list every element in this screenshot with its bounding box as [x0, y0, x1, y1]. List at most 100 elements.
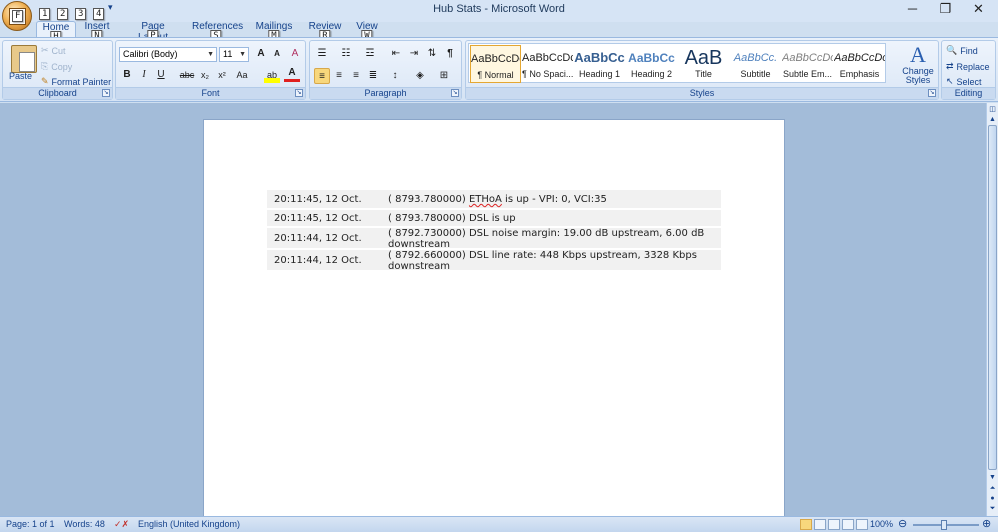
tab-mailings[interactable]: Mailings M: [254, 21, 294, 42]
font-size-dropdown[interactable]: 11 ▼: [219, 47, 249, 62]
table-row[interactable]: 20:11:44, 12 Oct. ( 8792.730000) DSL noi…: [267, 228, 721, 250]
style-normal[interactable]: AaBbCcDc ¶ Normal: [470, 45, 521, 83]
zoom-level[interactable]: 100%: [870, 519, 893, 529]
replace-button[interactable]: ⇄ Replace: [946, 61, 990, 72]
minimize-button[interactable]: ─: [896, 0, 929, 20]
change-case-button[interactable]: Aa: [232, 67, 252, 83]
proofing-icon[interactable]: ✓✗: [114, 519, 129, 530]
superscript-button[interactable]: x²: [214, 67, 230, 83]
restore-button[interactable]: ❐: [929, 0, 962, 20]
browse-object-icon[interactable]: ●: [988, 494, 997, 503]
scroll-thumb[interactable]: [988, 125, 997, 470]
paragraph-group-label: Paragraph: [310, 87, 461, 99]
log-message: ( 8792.660000) DSL line rate: 448 Kbps u…: [388, 250, 697, 272]
style-heading-1[interactable]: AaBbCc Heading 1: [574, 45, 625, 83]
font-color-button[interactable]: A: [284, 67, 300, 82]
align-left-icon[interactable]: ≡: [314, 68, 330, 84]
tab-insert[interactable]: Insert N: [80, 21, 114, 42]
document-page[interactable]: 20:11:45, 12 Oct. ( 8793.780000) ETHoA i…: [203, 119, 785, 519]
shading-icon[interactable]: ◈: [412, 68, 428, 84]
multilevel-list-icon[interactable]: ☲: [362, 46, 378, 62]
ruler-toggle-icon[interactable]: ◫: [988, 105, 997, 114]
clear-formatting-button[interactable]: A: [287, 46, 303, 62]
close-button[interactable]: ✕: [962, 0, 995, 20]
outline-view-icon[interactable]: [842, 519, 854, 530]
customize-qat-icon[interactable]: ▾: [108, 2, 118, 18]
style-title[interactable]: AaB Title: [678, 45, 729, 83]
zoom-slider-thumb[interactable]: [941, 520, 947, 530]
bold-button[interactable]: B: [119, 67, 135, 83]
save-icon[interactable]: 1: [36, 2, 52, 20]
table-row[interactable]: 20:11:45, 12 Oct. ( 8793.780000) DSL is …: [267, 210, 721, 228]
copy-button[interactable]: ⎘ Copy: [41, 61, 72, 72]
office-button[interactable]: W F: [2, 1, 32, 31]
increase-indent-icon[interactable]: ⇥: [406, 46, 422, 62]
format-painter-button[interactable]: ✎ Format Painter: [41, 76, 111, 87]
log-time: 20:11:45, 12 Oct.: [274, 213, 362, 224]
redo-icon[interactable]: 3: [72, 2, 88, 20]
binoculars-icon: 🔍: [946, 45, 958, 55]
select-button[interactable]: ↖ Select: [946, 76, 982, 87]
subscript-button[interactable]: x₂: [197, 67, 213, 83]
tab-home[interactable]: HomeH: [36, 21, 76, 43]
tab-view[interactable]: View W: [354, 21, 380, 42]
replace-icon: ⇄: [946, 61, 954, 71]
show-marks-button[interactable]: ¶: [442, 46, 458, 62]
tab-references[interactable]: References S: [192, 21, 243, 42]
cut-button[interactable]: ✂ Cut: [41, 45, 66, 56]
style-subtitle[interactable]: AaBbCc. Subtitle: [730, 45, 781, 83]
tab-review[interactable]: Review R: [308, 21, 342, 42]
underline-button[interactable]: U: [153, 67, 169, 83]
justify-icon[interactable]: ≣: [365, 68, 381, 84]
page-count[interactable]: Page: 1 of 1: [6, 519, 55, 529]
line-spacing-icon[interactable]: ↕: [387, 68, 403, 84]
log-message: ( 8793.780000) DSL is up: [388, 213, 516, 224]
bullets-icon[interactable]: ☰: [314, 46, 330, 62]
language-indicator[interactable]: English (United Kingdom): [138, 519, 240, 529]
decrease-indent-icon[interactable]: ⇤: [388, 46, 404, 62]
font-launcher-icon[interactable]: ↘: [295, 89, 303, 97]
font-group-label: Font: [116, 87, 305, 99]
align-center-icon[interactable]: ≡: [331, 68, 347, 84]
table-row[interactable]: 20:11:44, 12 Oct. ( 8792.660000) DSL lin…: [267, 250, 721, 272]
print-layout-view-icon[interactable]: [800, 519, 812, 530]
cursor-icon: ↖: [946, 76, 954, 86]
web-layout-icon[interactable]: [828, 519, 840, 530]
undo-icon[interactable]: 2: [54, 2, 70, 20]
draft-view-icon[interactable]: [856, 519, 868, 530]
style-no-spacing[interactable]: AaBbCcDc ¶ No Spaci...: [522, 45, 573, 83]
zoom-out-icon[interactable]: ⊖: [898, 517, 907, 530]
clipboard-launcher-icon[interactable]: ↘: [102, 89, 110, 97]
word-count[interactable]: Words: 48: [64, 519, 105, 529]
previous-page-icon[interactable]: ⏶: [988, 484, 997, 493]
italic-button[interactable]: I: [136, 67, 152, 83]
tab-page-layout[interactable]: Page LayoutP: [126, 21, 180, 43]
shrink-font-button[interactable]: A: [269, 46, 285, 62]
print-icon[interactable]: 4: [90, 2, 106, 20]
styles-gallery: AaBbCcDc ¶ Normal AaBbCcDc ¶ No Spaci... A…: [468, 43, 886, 83]
font-name-dropdown[interactable]: Calibri (Body) ▼: [119, 47, 217, 62]
sort-icon[interactable]: ⇅: [424, 46, 440, 62]
highlight-button[interactable]: ab: [264, 67, 280, 83]
scroll-down-icon[interactable]: ▼: [988, 473, 997, 482]
style-subtle-emphasis[interactable]: AaBbCcDc Subtle Em...: [782, 45, 833, 83]
find-button[interactable]: 🔍 Find: [946, 45, 978, 56]
styles-launcher-icon[interactable]: ↘: [928, 89, 936, 97]
borders-icon[interactable]: ⊞: [436, 68, 452, 84]
log-message: ( 8793.780000) ETHoA is up - VPI: 0, VCI…: [388, 194, 607, 205]
strikethrough-button[interactable]: abc: [178, 67, 196, 83]
table-row[interactable]: 20:11:45, 12 Oct. ( 8793.780000) ETHoA i…: [267, 190, 721, 210]
grow-font-button[interactable]: A: [253, 46, 269, 62]
style-emphasis[interactable]: AaBbCcDc Emphasis: [834, 45, 885, 83]
style-heading-2[interactable]: AaBbCc Heading 2: [626, 45, 677, 83]
next-page-icon[interactable]: ⏷: [988, 504, 997, 513]
full-screen-reading-icon[interactable]: [814, 519, 826, 530]
paragraph-launcher-icon[interactable]: ↘: [451, 89, 459, 97]
zoom-in-icon[interactable]: ⊕: [982, 517, 991, 530]
change-styles-button[interactable]: A Change Styles: [900, 43, 936, 87]
vertical-scrollbar[interactable]: ◫ ▲ ▼ ⏶ ● ⏷: [986, 103, 998, 516]
scroll-up-icon[interactable]: ▲: [988, 115, 997, 124]
paste-button[interactable]: Paste: [3, 41, 43, 89]
numbering-icon[interactable]: ☷: [338, 46, 354, 62]
align-right-icon[interactable]: ≡: [348, 68, 364, 84]
